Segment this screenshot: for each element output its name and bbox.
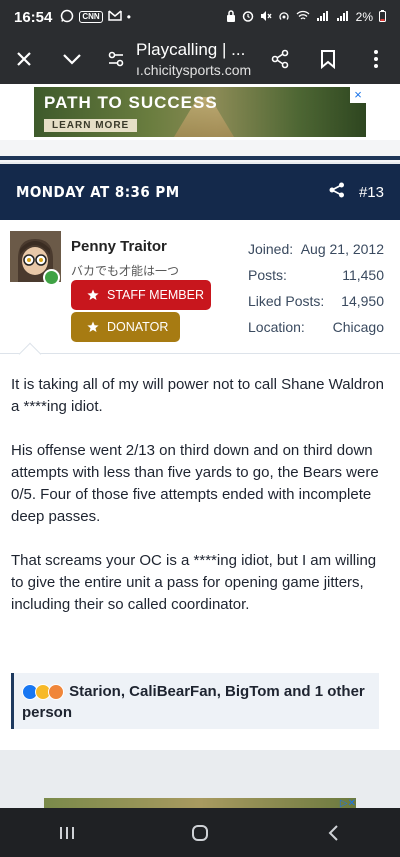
user-stats: Joined: Aug 21, 2012 Posts: 11,450 Liked… [248, 236, 384, 340]
share-button[interactable] [256, 34, 304, 84]
ad-headline: PATH TO SUCCESS [44, 93, 218, 112]
donator-badge: DONATOR [71, 312, 180, 342]
page-title-block[interactable]: Playcalling | ... ı.chicitysports.com [136, 40, 256, 78]
alarm-icon [242, 10, 254, 25]
battery-icon [379, 9, 386, 25]
stat-label: Joined: [248, 241, 294, 257]
signal-icon-2 [336, 10, 350, 25]
bookmark-icon [321, 50, 335, 69]
post-number[interactable]: #13 [359, 184, 384, 201]
gmail-icon [107, 10, 122, 24]
username[interactable]: Penny Traitor [71, 238, 167, 255]
whatsapp-icon [60, 9, 74, 26]
chevron-down-icon [63, 54, 81, 65]
system-nav-bar [0, 808, 400, 857]
user-title: バカでも才能は一つ [71, 264, 180, 278]
status-time: 16:54 [14, 8, 53, 26]
stat-value: 11,450 [342, 267, 384, 283]
user-info: Penny Traitor バカでも才能は一つ STAFF MEMBER DON… [0, 220, 400, 354]
stat-posts: Posts: 11,450 [248, 262, 384, 288]
stat-value: 14,950 [341, 293, 384, 309]
stat-location: Location: Chicago [248, 314, 384, 340]
reactions-text[interactable]: Starion, CaliBearFan, BigTom and 1 other… [22, 683, 365, 721]
staff-member-badge: STAFF MEMBER [71, 280, 211, 310]
online-status-icon [43, 269, 60, 286]
minimize-button[interactable] [48, 34, 96, 84]
post-date[interactable]: MONDAY AT 8:36 PM [16, 183, 180, 201]
tune-icon [108, 51, 124, 67]
browser-toolbar: Playcalling | ... ı.chicitysports.com [0, 34, 400, 84]
stat-liked-posts: Liked Posts: 14,950 [248, 288, 384, 314]
stat-value: Chicago [332, 319, 384, 335]
back-icon [328, 824, 339, 841]
donator-badge-label: DONATOR [107, 320, 169, 334]
battery-text: 2% [355, 10, 373, 24]
home-button[interactable] [170, 813, 230, 853]
lock-icon [226, 9, 236, 25]
ad-learn-more-button[interactable]: LEARN MORE [44, 119, 138, 132]
close-icon [17, 52, 31, 66]
adchoices-icon[interactable]: ▷✕ [322, 798, 356, 809]
ad-image[interactable]: PATH TO SUCCESS LEARN MORE [34, 87, 366, 137]
star-icon [87, 321, 99, 332]
ad-close-icon[interactable]: × [350, 87, 366, 103]
star-icon [87, 289, 99, 300]
reaction-icons [22, 684, 64, 701]
message-paragraph: It is taking all of my will power not to… [11, 376, 384, 415]
message-paragraph: That screams your OC is a ****ing idiot,… [11, 552, 377, 613]
ad-banner-top[interactable]: PATH TO SUCCESS LEARN MORE × [0, 84, 400, 140]
back-button[interactable] [303, 813, 363, 853]
stat-joined: Joined: Aug 21, 2012 [248, 236, 384, 262]
stat-value: Aug 21, 2012 [300, 241, 384, 257]
message-paragraph: His offense went 2/13 on third down and … [11, 442, 379, 525]
cnn-icon: CNN [79, 11, 103, 23]
stat-label: Liked Posts: [248, 293, 325, 309]
bookmark-button[interactable] [304, 34, 352, 84]
divider [0, 156, 400, 160]
recents-icon [59, 826, 74, 839]
hotspot-icon [278, 10, 290, 25]
post-header: MONDAY AT 8:36 PM #13 [0, 164, 400, 220]
more-options-button[interactable] [352, 34, 400, 84]
recent-apps-button[interactable] [37, 813, 97, 853]
staff-badge-label: STAFF MEMBER [107, 288, 204, 302]
love-icon [48, 684, 64, 701]
mute-icon [260, 10, 272, 25]
message-body: It is taking all of my will power not to… [0, 342, 400, 750]
stat-label: Posts: [248, 267, 287, 283]
site-settings-button[interactable] [96, 34, 136, 84]
stat-label: Location: [248, 319, 305, 335]
home-icon [191, 824, 208, 841]
close-tab-button[interactable] [0, 34, 48, 84]
share-icon [271, 49, 289, 69]
notification-icons: CNN • [60, 9, 131, 26]
status-bar: 16:54 CNN • 2% [0, 0, 400, 34]
signal-icon-1 [316, 10, 330, 25]
reactions-bar[interactable]: Starion, CaliBearFan, BigTom and 1 other… [11, 673, 379, 729]
page-title: Playcalling | ... [136, 40, 246, 59]
system-icons: 2% [226, 9, 386, 25]
more-vert-icon [374, 50, 378, 68]
share-post-icon[interactable] [329, 182, 345, 203]
wifi-icon [296, 10, 310, 25]
page-url: ı.chicitysports.com [136, 62, 252, 78]
message-text: It is taking all of my will power not to… [11, 374, 387, 638]
dot-icon: • [126, 10, 131, 24]
